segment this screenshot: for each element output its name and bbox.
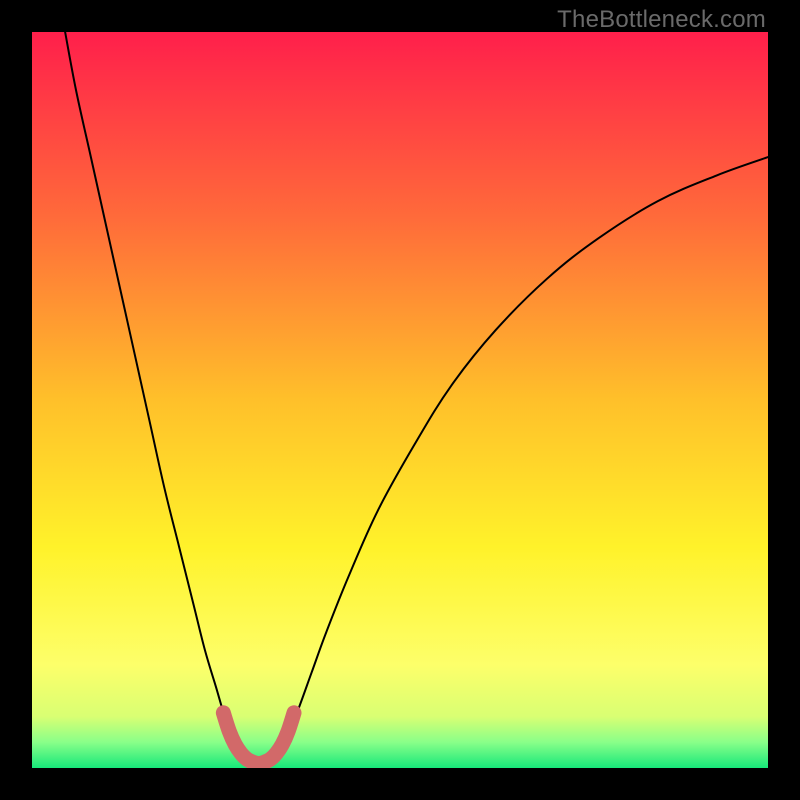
plot-area [32,32,768,768]
watermark-text: TheBottleneck.com [557,6,766,34]
chart-background [32,32,768,768]
chart-frame: TheBottleneck.com [0,0,800,800]
chart-svg [32,32,768,768]
